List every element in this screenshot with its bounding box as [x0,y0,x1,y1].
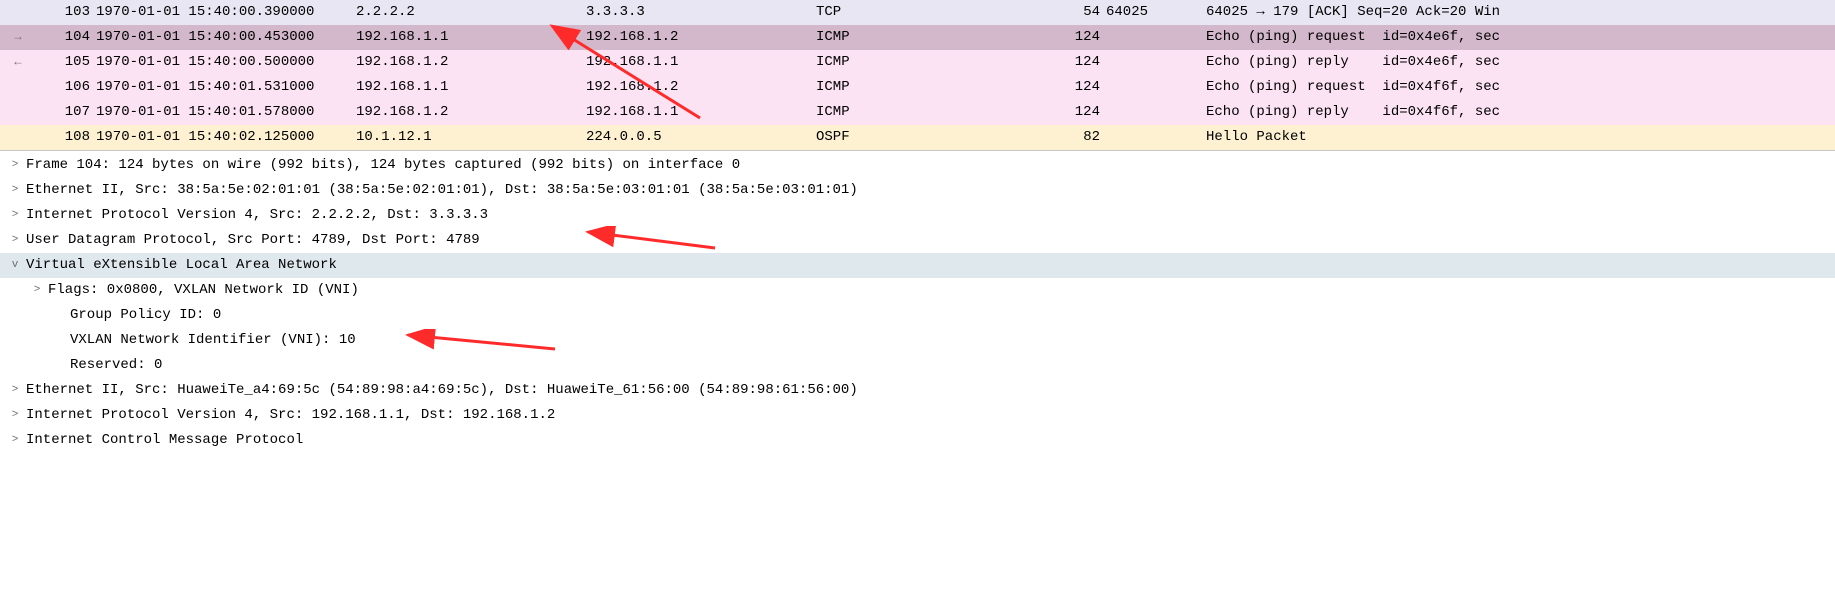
col-time: 1970-01-01 15:40:01.578000 [96,100,356,125]
detail-row[interactable]: >Ethernet II, Src: 38:5a:5e:02:01:01 (38… [0,178,1835,203]
detail-row[interactable]: >Ethernet II, Src: HuaweiTe_a4:69:5c (54… [0,378,1835,403]
detail-text: Internet Protocol Version 4, Src: 2.2.2.… [26,203,488,228]
packet-row[interactable]: 1081970-01-01 15:40:02.12500010.1.12.122… [0,125,1835,150]
detail-text: Group Policy ID: 0 [70,303,221,328]
related-marker-icon: → [0,25,36,50]
col-time: 1970-01-01 15:40:02.125000 [96,125,356,150]
col-proto: TCP [816,0,1016,25]
expand-toggle-icon[interactable]: > [4,403,26,428]
related-marker-icon: ← [0,50,36,75]
col-info: 64025 → 179 [ACK] Seq=20 Ack=20 Win [1206,0,1835,25]
col-length: 54 [1016,0,1106,25]
col-length: 124 [1016,100,1106,125]
col-proto: OSPF [816,125,1016,150]
col-info: Hello Packet [1206,125,1835,150]
detail-row[interactable]: >Internet Control Message Protocol [0,428,1835,453]
expand-toggle-icon[interactable]: > [4,203,26,228]
packet-row[interactable]: 1071970-01-01 15:40:01.578000192.168.1.2… [0,100,1835,125]
detail-row[interactable]: >Frame 104: 124 bytes on wire (992 bits)… [0,153,1835,178]
col-proto: ICMP [816,25,1016,50]
detail-row[interactable]: VXLAN Network Identifier (VNI): 10 [0,328,1835,353]
expand-toggle-icon[interactable]: > [4,228,26,253]
col-length: 124 [1016,75,1106,100]
col-length: 124 [1016,25,1106,50]
detail-text: Ethernet II, Src: HuaweiTe_a4:69:5c (54:… [26,378,858,403]
col-source: 192.168.1.2 [356,50,586,75]
col-info: Echo (ping) reply id=0x4e6f, sec [1206,50,1835,75]
col-source: 192.168.1.1 [356,25,586,50]
col-no: 103 [36,0,96,25]
col-info: Echo (ping) request id=0x4e6f, sec [1206,25,1835,50]
detail-text: Frame 104: 124 bytes on wire (992 bits),… [26,153,740,178]
expand-toggle-icon[interactable]: > [26,278,48,303]
detail-row[interactable]: Group Policy ID: 0 [0,303,1835,328]
packet-row[interactable]: 1031970-01-01 15:40:00.3900002.2.2.23.3.… [0,0,1835,25]
col-time: 1970-01-01 15:40:01.531000 [96,75,356,100]
col-proto: ICMP [816,50,1016,75]
col-no: 108 [36,125,96,150]
expand-toggle-icon[interactable]: v [4,253,26,278]
detail-row[interactable]: >Internet Protocol Version 4, Src: 192.1… [0,403,1835,428]
detail-row[interactable]: >Internet Protocol Version 4, Src: 2.2.2… [0,203,1835,228]
packet-row[interactable]: ←1051970-01-01 15:40:00.500000192.168.1.… [0,50,1835,75]
col-source: 2.2.2.2 [356,0,586,25]
detail-text: Virtual eXtensible Local Area Network [26,253,337,278]
col-length: 124 [1016,50,1106,75]
col-proto: ICMP [816,75,1016,100]
expand-toggle-icon[interactable]: > [4,153,26,178]
detail-text: Internet Protocol Version 4, Src: 192.16… [26,403,555,428]
col-dest: 192.168.1.1 [586,50,816,75]
expand-toggle-icon[interactable]: > [4,378,26,403]
col-time: 1970-01-01 15:40:00.453000 [96,25,356,50]
detail-row[interactable]: >Flags: 0x0800, VXLAN Network ID (VNI) [0,278,1835,303]
detail-text: Ethernet II, Src: 38:5a:5e:02:01:01 (38:… [26,178,858,203]
col-no: 104 [36,25,96,50]
col-dest: 192.168.1.1 [586,100,816,125]
col-dest: 3.3.3.3 [586,0,816,25]
detail-text: Reserved: 0 [70,353,162,378]
col-source: 192.168.1.2 [356,100,586,125]
detail-text: Flags: 0x0800, VXLAN Network ID (VNI) [48,278,359,303]
detail-row[interactable]: >User Datagram Protocol, Src Port: 4789,… [0,228,1835,253]
col-no: 107 [36,100,96,125]
packet-list[interactable]: 1031970-01-01 15:40:00.3900002.2.2.23.3.… [0,0,1835,150]
col-port: 64025 [1106,0,1206,25]
col-dest: 192.168.1.2 [586,25,816,50]
col-info: Echo (ping) request id=0x4f6f, sec [1206,75,1835,100]
col-dest: 224.0.0.5 [586,125,816,150]
col-length: 82 [1016,125,1106,150]
expand-toggle-icon[interactable]: > [4,178,26,203]
detail-row[interactable]: Reserved: 0 [0,353,1835,378]
packet-details[interactable]: >Frame 104: 124 bytes on wire (992 bits)… [0,150,1835,483]
col-info: Echo (ping) reply id=0x4f6f, sec [1206,100,1835,125]
detail-text: VXLAN Network Identifier (VNI): 10 [70,328,356,353]
detail-text: User Datagram Protocol, Src Port: 4789, … [26,228,480,253]
detail-text: Internet Control Message Protocol [26,428,303,453]
col-dest: 192.168.1.2 [586,75,816,100]
col-no: 105 [36,50,96,75]
detail-row[interactable]: vVirtual eXtensible Local Area Network [0,253,1835,278]
packet-row[interactable]: 1061970-01-01 15:40:01.531000192.168.1.1… [0,75,1835,100]
col-no: 106 [36,75,96,100]
col-proto: ICMP [816,100,1016,125]
col-time: 1970-01-01 15:40:00.390000 [96,0,356,25]
col-source: 10.1.12.1 [356,125,586,150]
expand-toggle-icon[interactable]: > [4,428,26,453]
packet-row[interactable]: →1041970-01-01 15:40:00.453000192.168.1.… [0,25,1835,50]
col-time: 1970-01-01 15:40:00.500000 [96,50,356,75]
col-source: 192.168.1.1 [356,75,586,100]
